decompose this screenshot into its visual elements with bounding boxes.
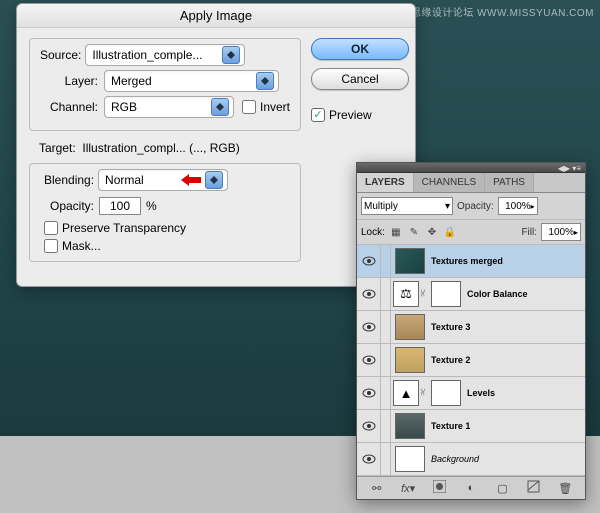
preview-label: Preview <box>329 108 372 122</box>
adjustment-icon: ⚖ <box>393 281 419 307</box>
panel-bottom-bar: ⚯ fx▾ ◐ ▢ 🗑 <box>357 476 585 499</box>
source-value: Illustration_comple... <box>92 48 218 62</box>
opacity-value: 100% <box>505 201 531 212</box>
layer-row[interactable]: Textures merged <box>357 245 585 278</box>
layer-thumbnail <box>395 413 425 439</box>
link-layers-icon[interactable]: ⚯ <box>368 482 386 495</box>
target-label: Target: <box>39 141 76 155</box>
layer-thumbnail <box>395 248 425 274</box>
layer-row[interactable]: Texture 1 <box>357 410 585 443</box>
blend-mode-value: Multiply <box>364 201 398 212</box>
mask-checkbox[interactable]: Mask... <box>44 239 290 253</box>
source-label: Source: <box>36 48 85 62</box>
layer-name: Color Balance <box>465 289 585 299</box>
ok-button[interactable]: OK <box>311 38 409 60</box>
visibility-toggle[interactable] <box>357 377 381 409</box>
layer-name: Texture 1 <box>429 421 585 431</box>
lock-all-icon[interactable]: 🔒 <box>443 225 457 239</box>
visibility-toggle[interactable] <box>357 443 381 475</box>
lock-paint-icon[interactable]: ✎ <box>407 225 421 239</box>
layer-opacity-input[interactable]: 100%▸ <box>498 197 538 215</box>
layer-list: Textures merged ⚖⩆Color Balance Texture 3 T… <box>357 245 585 476</box>
red-arrow-icon <box>181 174 201 186</box>
blending-select[interactable]: Normal <box>98 169 228 191</box>
visibility-toggle[interactable] <box>357 278 381 310</box>
panel-menu-icon[interactable]: ◀▶ ▾≡ <box>558 164 581 173</box>
layer-value: Merged <box>111 74 252 88</box>
adjustment-icon: ▲ <box>393 380 419 406</box>
layer-fill-input[interactable]: 100%▸ <box>541 223 581 241</box>
mask-thumbnail <box>431 380 461 406</box>
mask-thumbnail <box>431 281 461 307</box>
preview-checkbox[interactable]: ✓ Preview <box>311 108 409 122</box>
lock-label: Lock: <box>361 227 385 238</box>
tab-paths[interactable]: PATHS <box>485 173 534 192</box>
opacity-input[interactable] <box>99 197 141 215</box>
dropdown-arrows-icon <box>256 72 274 90</box>
fx-icon[interactable]: fx▾ <box>399 482 417 495</box>
fill-value: 100% <box>548 227 574 238</box>
cancel-button[interactable]: Cancel <box>311 68 409 90</box>
layer-row[interactable]: ⚖⩆Color Balance <box>357 278 585 311</box>
adjustment-layer-icon[interactable]: ◐ <box>462 482 480 494</box>
layer-label: Layer: <box>36 74 98 88</box>
channel-select[interactable]: RGB <box>104 96 234 118</box>
layer-row[interactable]: Background <box>357 443 585 476</box>
dropdown-arrows-icon <box>205 171 223 189</box>
layers-panel: ◀▶ ▾≡ LAYERS CHANNELS PATHS Multiply ▾ O… <box>356 162 586 500</box>
panel-titlebar[interactable]: ◀▶ ▾≡ <box>357 163 585 173</box>
layer-thumbnail <box>395 446 425 472</box>
target-row: Target: Illustration_compl... (..., RGB) <box>39 141 301 155</box>
source-fieldset: Source: Illustration_comple... Layer: Me… <box>29 38 301 131</box>
checkmark-icon: ✓ <box>311 108 325 122</box>
invert-checkbox[interactable]: Invert <box>242 100 290 114</box>
panel-tabs: LAYERS CHANNELS PATHS <box>357 173 585 193</box>
lock-transparency-icon[interactable]: ▦ <box>389 225 403 239</box>
preserve-transparency-checkbox[interactable]: Preserve Transparency <box>44 221 290 235</box>
visibility-toggle[interactable] <box>357 410 381 442</box>
visibility-toggle[interactable] <box>357 245 381 277</box>
channel-value: RGB <box>111 100 207 114</box>
layer-name: Levels <box>465 388 585 398</box>
layer-name: Background <box>429 454 585 464</box>
dropdown-arrows-icon <box>222 46 240 64</box>
add-mask-icon[interactable] <box>431 480 449 496</box>
target-value: Illustration_compl... (..., RGB) <box>82 141 239 155</box>
layer-select[interactable]: Merged <box>104 70 279 92</box>
layer-row[interactable]: Texture 2 <box>357 344 585 377</box>
blending-label: Blending: <box>40 173 98 187</box>
dropdown-icon: ▾ <box>445 201 450 212</box>
new-layer-icon[interactable] <box>525 480 543 496</box>
tab-channels[interactable]: CHANNELS <box>414 173 485 192</box>
blending-fieldset: Blending: Normal Opacity: % Preserve <box>29 163 301 262</box>
dropdown-arrows-icon <box>211 98 229 116</box>
new-group-icon[interactable]: ▢ <box>493 482 511 495</box>
opacity-label: Opacity: <box>50 199 94 213</box>
channel-label: Channel: <box>36 100 98 114</box>
opacity-unit: % <box>146 199 157 213</box>
visibility-toggle[interactable] <box>357 311 381 343</box>
layer-thumbnail <box>395 314 425 340</box>
mask-label: Mask... <box>62 239 101 253</box>
layer-name: Texture 2 <box>429 355 585 365</box>
fill-label: Fill: <box>521 227 537 238</box>
opacity-label: Opacity: <box>457 201 494 212</box>
blending-value: Normal <box>105 173 181 187</box>
layer-row[interactable]: ▲⩆Levels <box>357 377 585 410</box>
layer-row[interactable]: Texture 3 <box>357 311 585 344</box>
tab-layers[interactable]: LAYERS <box>357 173 414 192</box>
lock-position-icon[interactable]: ✥ <box>425 225 439 239</box>
source-select[interactable]: Illustration_comple... <box>85 44 245 66</box>
watermark-text: 思缘设计论坛 WWW.MISSYUAN.COM <box>411 4 594 19</box>
layer-blend-mode-select[interactable]: Multiply ▾ <box>361 197 453 215</box>
preserve-label: Preserve Transparency <box>62 221 186 235</box>
layer-name: Textures merged <box>429 256 585 266</box>
dialog-title: Apply Image <box>17 4 415 28</box>
layer-thumbnail <box>395 347 425 373</box>
visibility-toggle[interactable] <box>357 344 381 376</box>
delete-layer-icon[interactable]: 🗑 <box>556 482 574 495</box>
layer-name: Texture 3 <box>429 322 585 332</box>
invert-label: Invert <box>260 100 290 114</box>
